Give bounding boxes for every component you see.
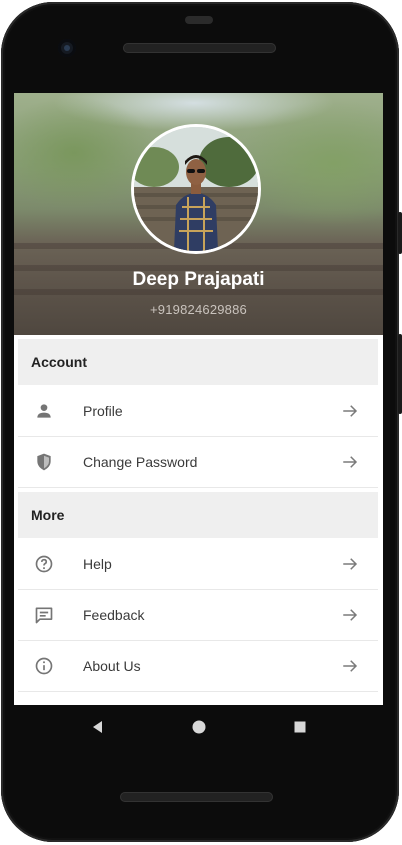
home-icon[interactable] [191,719,207,735]
info-icon [35,657,53,675]
avatar[interactable] [131,124,261,254]
back-icon[interactable] [90,719,104,735]
menu-item-feedback[interactable]: Feedback [18,590,378,641]
section-header-more: More [18,492,378,538]
menu-item-label: Profile [83,403,123,419]
power-button [398,212,402,254]
menu-item-help[interactable]: Help [18,539,378,590]
section-title: More [31,507,65,523]
menu-item-change-password[interactable]: Change Password [18,437,378,488]
bottom-speaker [120,792,273,802]
navigation-bar [14,705,383,750]
top-notch [185,16,213,24]
feedback-icon [35,607,53,624]
phone-frame: Deep Prajapati +919824629886 Account Pro… [0,0,402,845]
volume-button [398,334,402,414]
section-header-account: Account [18,339,378,385]
avatar-photo [134,127,258,251]
front-camera [58,39,76,57]
earpiece-speaker [123,43,276,53]
profile-name: Deep Prajapati [132,269,265,290]
arrow-right-icon [343,405,358,417]
arrow-right-icon [343,609,358,621]
help-circle-icon [35,555,53,573]
recents-icon[interactable] [293,719,307,735]
menu-item-profile[interactable]: Profile [18,386,378,437]
shield-icon [37,453,51,471]
menu-item-label: Help [83,556,112,572]
arrow-right-icon [343,660,358,672]
profile-phone: +919824629886 [150,302,247,317]
menu-item-about-us[interactable]: About Us [18,641,378,692]
section-title: Account [31,354,87,370]
app-screen: Deep Prajapati +919824629886 Account Pro… [14,93,383,705]
menu-item-label: About Us [83,658,141,674]
profile-header: Deep Prajapati +919824629886 [14,93,383,335]
arrow-right-icon [343,456,358,468]
menu-item-label: Change Password [83,454,198,470]
menu-item-label: Feedback [83,607,145,623]
arrow-right-icon [343,558,358,570]
person-icon [37,404,51,418]
